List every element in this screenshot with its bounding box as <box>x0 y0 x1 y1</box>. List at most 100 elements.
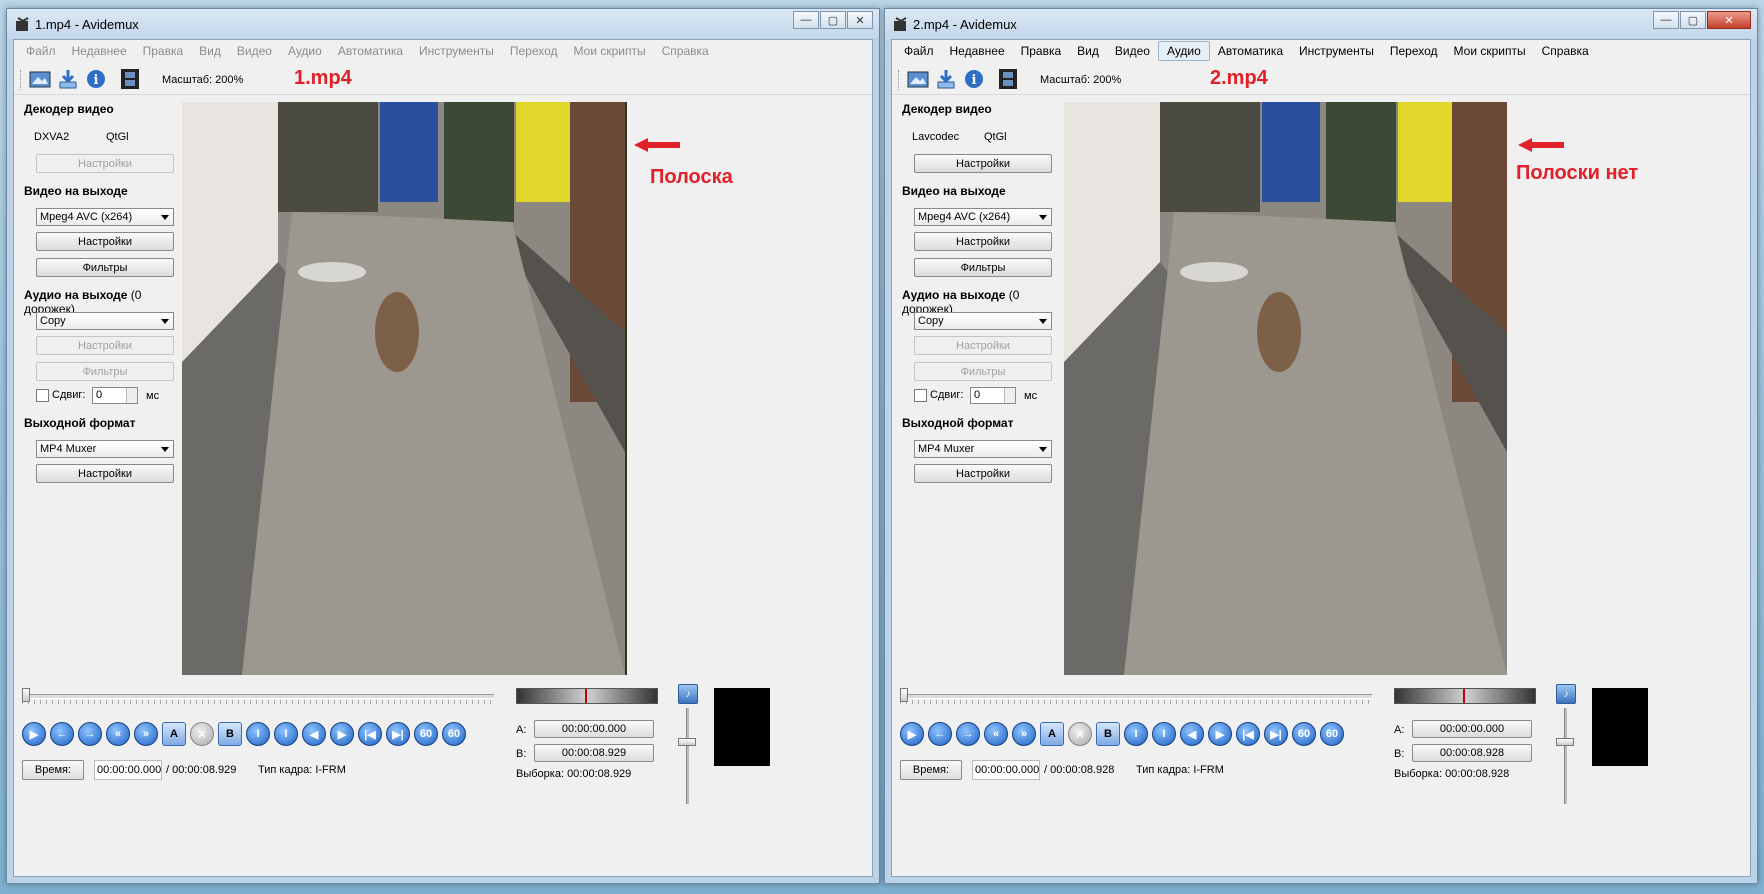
next-keyframe-icon[interactable]: I <box>274 722 298 746</box>
timeline-thumb[interactable] <box>22 688 30 702</box>
save-icon[interactable] <box>934 67 958 91</box>
audio-filters-button[interactable]: Фильтры <box>36 362 174 381</box>
video-filters-button[interactable]: Фильтры <box>914 258 1052 277</box>
next-icon[interactable]: → <box>956 722 980 746</box>
decoder-settings-button[interactable]: Настройки <box>914 154 1052 173</box>
volume-thumb[interactable] <box>1556 738 1574 746</box>
forward-icon[interactable]: » <box>134 722 158 746</box>
volume-slider[interactable] <box>686 708 689 804</box>
audio-codec-select[interactable]: Copy <box>914 312 1052 330</box>
menu-go[interactable]: Переход <box>502 42 566 60</box>
film-icon[interactable] <box>996 67 1020 91</box>
menu-tools[interactable]: Инструменты <box>1291 42 1382 60</box>
toolbar-grip[interactable] <box>898 70 902 90</box>
toolbar-grip[interactable] <box>20 70 24 90</box>
first-frame-icon[interactable]: |◀ <box>358 722 382 746</box>
shift-checkbox[interactable] <box>36 389 49 402</box>
prev-black-icon[interactable]: ◀ <box>302 722 326 746</box>
prev-keyframe-icon[interactable]: I <box>246 722 270 746</box>
menu-audio[interactable]: Аудио <box>1157 41 1210 61</box>
prev-keyframe-icon[interactable]: I <box>1124 722 1148 746</box>
timeline-slider[interactable] <box>22 694 494 699</box>
next-icon[interactable]: → <box>78 722 102 746</box>
save-icon[interactable] <box>56 67 80 91</box>
video-codec-select[interactable]: Mpeg4 AVC (x264) <box>914 208 1052 226</box>
marker-a-field[interactable]: 00:00:00.000 <box>1412 720 1532 738</box>
open-icon[interactable] <box>28 67 52 91</box>
title-bar[interactable]: 1.mp4 - Avidemux — ▢ ✕ <box>7 9 879 39</box>
info-icon[interactable]: i <box>84 67 108 91</box>
shift-spinbox[interactable]: 0 <box>970 387 1016 404</box>
marker-b-icon[interactable]: B <box>1096 722 1120 746</box>
marker-b-field[interactable]: 00:00:08.929 <box>534 744 654 762</box>
play-icon[interactable]: ▶ <box>22 722 46 746</box>
volume-thumb[interactable] <box>678 738 696 746</box>
video-settings-button[interactable]: Настройки <box>914 232 1052 251</box>
menu-help[interactable]: Справка <box>1534 42 1597 60</box>
last-frame-icon[interactable]: ▶| <box>1264 722 1288 746</box>
current-time-field[interactable]: 00:00:00.000 <box>972 760 1040 780</box>
menu-recent[interactable]: Недавнее <box>942 42 1013 60</box>
forward-60-icon[interactable]: 60 <box>1320 722 1344 746</box>
menu-help[interactable]: Справка <box>654 42 717 60</box>
menu-scripts[interactable]: Мои скрипты <box>1446 42 1534 60</box>
timeline-thumb[interactable] <box>900 688 908 702</box>
format-settings-button[interactable]: Настройки <box>36 464 174 483</box>
close-button[interactable]: ✕ <box>847 11 873 29</box>
volume-icon[interactable]: ♪ <box>1556 684 1576 704</box>
title-bar[interactable]: 2.mp4 - Avidemux — ▢ ✕ <box>885 9 1757 39</box>
current-time-field[interactable]: 00:00:00.000 <box>94 760 162 780</box>
forward-icon[interactable]: » <box>1012 722 1036 746</box>
menu-edit[interactable]: Правка <box>1013 42 1070 60</box>
time-button[interactable]: Время: <box>900 760 962 780</box>
marker-a-icon[interactable]: A <box>162 722 186 746</box>
forward-60-icon[interactable]: 60 <box>442 722 466 746</box>
prev-icon[interactable]: ← <box>928 722 952 746</box>
muxer-select[interactable]: MP4 Muxer <box>914 440 1052 458</box>
menu-auto[interactable]: Автоматика <box>330 42 411 60</box>
marker-a-field[interactable]: 00:00:00.000 <box>534 720 654 738</box>
delete-icon[interactable]: ✕ <box>190 722 214 746</box>
minimize-button[interactable]: — <box>793 11 819 29</box>
decoder-settings-button[interactable]: Настройки <box>36 154 174 173</box>
last-frame-icon[interactable]: ▶| <box>386 722 410 746</box>
maximize-button[interactable]: ▢ <box>1680 11 1706 29</box>
video-settings-button[interactable]: Настройки <box>36 232 174 251</box>
shift-checkbox[interactable] <box>914 389 927 402</box>
minimize-button[interactable]: — <box>1653 11 1679 29</box>
menu-video[interactable]: Видео <box>229 42 280 60</box>
muxer-select[interactable]: MP4 Muxer <box>36 440 174 458</box>
next-keyframe-icon[interactable]: I <box>1152 722 1176 746</box>
prev-icon[interactable]: ← <box>50 722 74 746</box>
maximize-button[interactable]: ▢ <box>820 11 846 29</box>
menu-file[interactable]: Файл <box>896 42 942 60</box>
menu-tools[interactable]: Инструменты <box>411 42 502 60</box>
menu-video[interactable]: Видео <box>1107 42 1158 60</box>
audio-settings-button[interactable]: Настройки <box>36 336 174 355</box>
menu-recent[interactable]: Недавнее <box>64 42 135 60</box>
menu-file[interactable]: Файл <box>18 42 64 60</box>
menu-view[interactable]: Вид <box>191 42 229 60</box>
menu-scripts[interactable]: Мои скрипты <box>566 42 654 60</box>
marker-b-icon[interactable]: B <box>218 722 242 746</box>
menu-auto[interactable]: Автоматика <box>1210 42 1291 60</box>
back-60-icon[interactable]: 60 <box>1292 722 1316 746</box>
first-frame-icon[interactable]: |◀ <box>1236 722 1260 746</box>
menu-audio[interactable]: Аудио <box>280 42 330 60</box>
video-codec-select[interactable]: Mpeg4 AVC (x264) <box>36 208 174 226</box>
timeline-slider[interactable] <box>900 694 1372 699</box>
rewind-icon[interactable]: « <box>106 722 130 746</box>
video-filters-button[interactable]: Фильтры <box>36 258 174 277</box>
volume-icon[interactable]: ♪ <box>678 684 698 704</box>
audio-settings-button[interactable]: Настройки <box>914 336 1052 355</box>
info-icon[interactable]: i <box>962 67 986 91</box>
volume-slider[interactable] <box>1564 708 1567 804</box>
rewind-icon[interactable]: « <box>984 722 1008 746</box>
delete-icon[interactable]: ✕ <box>1068 722 1092 746</box>
back-60-icon[interactable]: 60 <box>414 722 438 746</box>
open-icon[interactable] <box>906 67 930 91</box>
format-settings-button[interactable]: Настройки <box>914 464 1052 483</box>
menu-edit[interactable]: Правка <box>135 42 192 60</box>
marker-a-icon[interactable]: A <box>1040 722 1064 746</box>
marker-b-field[interactable]: 00:00:08.928 <box>1412 744 1532 762</box>
